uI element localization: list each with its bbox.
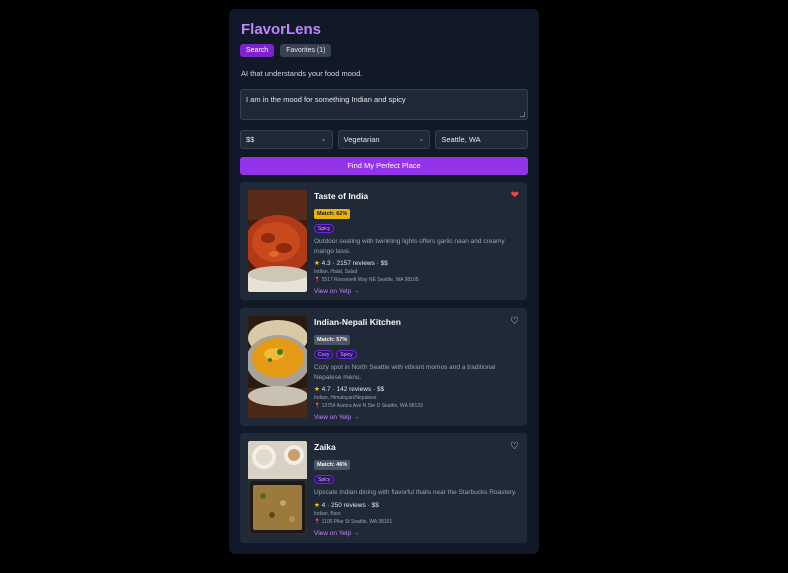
rating-value: 4.7 <box>321 386 331 393</box>
result-body: Zaika Match: 46% Spicy Upscale Indian di… <box>314 442 519 537</box>
map-pin-icon: 📍 <box>314 403 321 409</box>
restaurant-photo <box>248 316 307 418</box>
result-body: Taste of India Match: 62% Spicy Outdoor … <box>314 191 519 295</box>
rating-value: 4.3 <box>321 260 331 267</box>
restaurant-name: Zaika <box>314 442 336 452</box>
tag-list: Cozy Spicy <box>314 350 519 359</box>
price-level: $$ <box>376 386 385 393</box>
tab-favorites[interactable]: Favorites (1) <box>280 44 332 57</box>
tag-chip: Spicy <box>336 350 357 359</box>
yelp-link[interactable]: View on Yelp → <box>314 288 519 295</box>
resize-grip-icon[interactable] <box>520 112 525 117</box>
tab-bar: Search Favorites (1) <box>240 44 528 57</box>
heart-outline-icon[interactable]: ♡ <box>510 317 519 327</box>
result-body: Indian-Nepali Kitchen Match: 57% Cozy Sp… <box>314 317 519 421</box>
price-select-value: $$ <box>246 135 255 144</box>
mood-query-textarea[interactable]: I am in the mood for something Indian an… <box>240 89 528 120</box>
heart-outline-icon[interactable]: ♡ <box>510 442 519 452</box>
address-row: 📍 13754 Aurora Ave N Ste D Seattle, WA 9… <box>314 403 519 409</box>
tag-chip: Cozy <box>314 350 334 359</box>
location-input-value: Seattle, WA <box>441 135 481 144</box>
categories: Indian, Halal, Salad <box>314 269 358 275</box>
rating-row: ★ 4.7 · 142 reviews · $$ <box>314 386 385 393</box>
result-card: Zaika Match: 46% Spicy Upscale Indian di… <box>240 433 527 543</box>
chevron-down-icon: ⌄ <box>320 136 327 143</box>
location-input[interactable]: Seattle, WA <box>435 130 529 149</box>
restaurant-photo <box>248 441 307 535</box>
rating-row: ★ 4 · 250 reviews · $$ <box>314 501 379 509</box>
restaurant-description: Outdoor seating with twinkling lights of… <box>314 238 505 255</box>
tag-list: Spicy <box>314 224 519 233</box>
tab-search[interactable]: Search <box>240 44 275 57</box>
yelp-link[interactable]: View on Yelp → <box>314 530 519 537</box>
filter-row: $$ ⌄ Vegetarian ⌄ Seattle, WA <box>240 130 529 149</box>
address-row: 📍 5517 Roosevelt Way NE Seattle, WA 9810… <box>314 277 519 283</box>
restaurant-name: Indian-Nepali Kitchen <box>314 317 401 327</box>
categories: Indian, Bars <box>314 510 341 517</box>
restaurant-name: Taste of India <box>314 191 369 201</box>
review-count: 2157 reviews <box>336 260 375 267</box>
map-pin-icon: 📍 <box>314 277 321 283</box>
result-card: Indian-Nepali Kitchen Match: 57% Cozy Sp… <box>240 308 527 426</box>
app-panel: FlavorLens Search Favorites (1) AI that … <box>229 9 539 554</box>
diet-select[interactable]: Vegetarian ⌄ <box>337 130 431 149</box>
match-badge: Match: 57% <box>314 335 351 345</box>
address: 13754 Aurora Ave N Ste D Seattle, WA 981… <box>321 403 423 409</box>
price-level: $$ <box>380 260 388 267</box>
restaurant-description: Upscale Indian dining with flavorful tha… <box>314 489 517 496</box>
tag-chip: Spicy <box>314 475 335 484</box>
tag-chip: Spicy <box>314 224 335 233</box>
price-select[interactable]: $$ ⌄ <box>240 130 333 149</box>
map-pin-icon: 📍 <box>314 518 321 525</box>
star-icon: ★ <box>314 260 320 267</box>
address: 5517 Roosevelt Way NE Seattle, WA 98105 <box>321 277 419 283</box>
app-title: FlavorLens <box>241 21 322 38</box>
restaurant-description: Cozy spot in North Seattle with vibrant … <box>314 364 496 381</box>
address-row: 📍 1100 Pike St Seattle, WA 98101 <box>314 519 519 525</box>
star-icon: ★ <box>314 501 320 509</box>
tag-list: Spicy <box>314 475 519 484</box>
find-place-button[interactable]: Find My Perfect Place <box>240 157 528 175</box>
tagline: AI that understands your food mood. <box>241 69 363 78</box>
diet-select-value: Vegetarian <box>343 135 380 144</box>
mood-query-text: I am in the mood for something Indian an… <box>246 95 406 104</box>
match-badge: Match: 46% <box>314 460 351 470</box>
chevron-down-icon: ⌄ <box>418 136 425 143</box>
review-count: 142 reviews <box>336 386 372 393</box>
rating-value: 4 <box>321 501 326 509</box>
address: 1100 Pike St Seattle, WA 98101 <box>321 518 393 525</box>
restaurant-photo <box>248 190 307 292</box>
price-level: $$ <box>371 501 379 509</box>
star-icon: ★ <box>314 386 320 393</box>
heart-filled-icon[interactable]: ❤ <box>511 191 519 201</box>
yelp-link[interactable]: View on Yelp → <box>314 414 519 421</box>
categories: Indian, Himalayan/Nepalese <box>314 395 377 401</box>
match-badge: Match: 62% <box>314 209 351 219</box>
result-card: Taste of India Match: 62% Spicy Outdoor … <box>240 182 527 300</box>
review-count: 250 reviews <box>331 501 366 509</box>
rating-row: ★ 4.3 · 2157 reviews · $$ <box>314 260 388 267</box>
